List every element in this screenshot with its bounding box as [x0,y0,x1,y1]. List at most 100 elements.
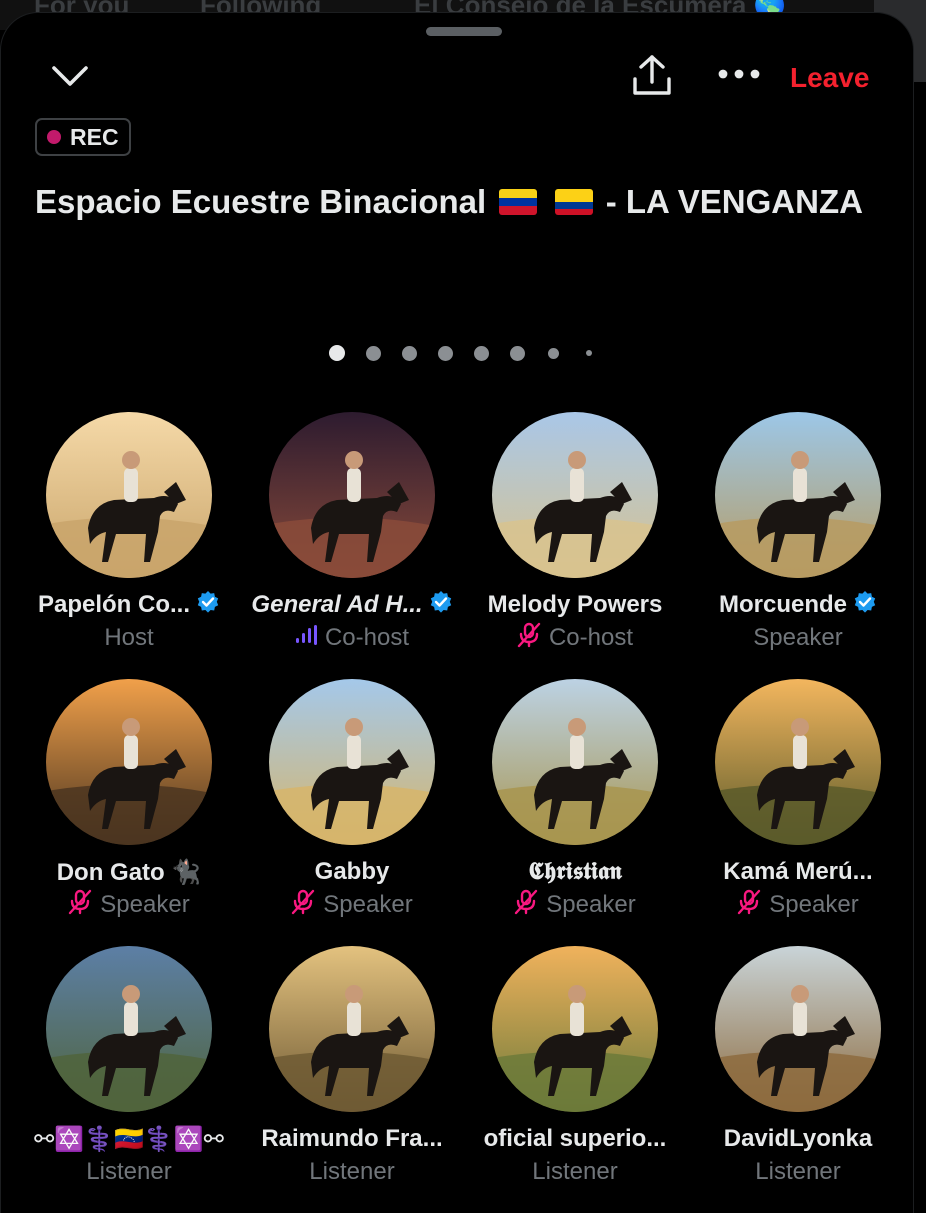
sheet-grabber-handle[interactable] [426,27,502,36]
verified-badge-icon [853,590,877,621]
share-icon [633,55,671,95]
participant-card[interactable]: oficial superio... Listener [464,946,686,1188]
page-dot[interactable] [473,345,489,361]
participant-card[interactable]: Gabby Speaker [241,679,463,921]
participant-role: Listener [532,1158,618,1185]
participant-name: Don Gato 🐈‍⬛ [56,858,202,886]
participant-name-row: DavidLyonka [687,1122,909,1156]
verified-badge-icon [429,590,453,621]
participant-role: Speaker [546,891,636,918]
participant-role-row: Listener [464,1156,686,1188]
participant-name: Papelón Co... [37,591,190,618]
participant-name-row: ⚯✡️⚕️🇻🇪⚕️✡️⚯ [18,1122,240,1156]
space-title-text: Espacio Ecuestre Binacional [35,183,487,220]
avatar[interactable] [269,679,435,845]
participant-name: Melody Powers [487,591,663,618]
participant-card[interactable]: ⚯✡️⚕️🇻🇪⚕️✡️⚯ Listener [18,946,240,1188]
chevron-down-icon [52,66,88,86]
participant-role-row: Speaker [687,622,909,654]
avatar[interactable] [492,679,658,845]
participant-name-row: Kamá Merú... [687,855,909,889]
participant-role-row: Host [18,622,240,654]
avatar[interactable] [46,679,212,845]
page-dot[interactable] [401,345,417,361]
mic-off-icon [291,889,315,922]
avatar[interactable] [269,412,435,578]
page-dot[interactable] [509,345,525,361]
participant-card[interactable]: General Ad H... Co-host [241,412,463,654]
speaking-indicator-icon [295,624,317,653]
participant-name-row: General Ad H... [241,588,463,622]
participant-name: oficial superio... [483,1125,667,1152]
page-dot[interactable] [365,345,381,361]
avatar[interactable] [46,412,212,578]
colombia-flag-icon [554,189,593,215]
verified-badge-icon [196,590,220,621]
participant-card[interactable]: Morcuende Speaker [687,412,909,654]
page-dot[interactable] [437,345,453,361]
participant-role: Listener [755,1158,841,1185]
participant-name-row: Morcuende [687,588,909,622]
mic-off-icon [514,889,538,922]
avatar[interactable] [46,946,212,1112]
participant-role: Co-host [324,624,410,651]
participant-card[interactable]: Papelón Co... Host [18,412,240,654]
venezuela-flag-icon [499,189,538,215]
avatar[interactable] [715,679,881,845]
participant-card[interactable]: Don Gato 🐈‍⬛ Speaker [18,679,240,921]
participant-card[interactable]: DavidLyonka Listener [687,946,909,1188]
collapse-button[interactable] [46,52,94,100]
participant-name-row: 𝕮𝖍𝖗𝖎𝖘𝖙𝖎𝖆𝖓 [464,855,686,889]
more-icon [718,69,760,79]
participant-name: General Ad H... [251,591,423,618]
participant-role: Speaker [323,891,413,918]
participant-role: Speaker [769,891,859,918]
participant-name-row: Raimundo Fra... [241,1122,463,1156]
participant-name-row: Melody Powers [464,588,686,622]
leave-button[interactable]: Leave [790,56,890,100]
participant-name-row: Don Gato 🐈‍⬛ [18,855,240,889]
participant-name-row: Papelón Co... [18,588,240,622]
share-button[interactable] [626,48,678,102]
participant-role-row: Speaker [18,889,240,921]
participant-name-row: oficial superio... [464,1122,686,1156]
participant-role: Listener [309,1158,395,1185]
mic-off-icon [737,889,761,922]
avatar[interactable] [715,412,881,578]
participant-card[interactable]: Raimundo Fra... Listener [241,946,463,1188]
participant-name-row: Gabby [241,855,463,889]
page-dot[interactable] [329,345,345,361]
participant-role-row: Listener [18,1156,240,1188]
recording-label: REC [70,123,119,150]
mic-off-icon [68,889,92,922]
avatar[interactable] [492,946,658,1112]
page-indicator[interactable] [0,343,926,363]
participant-name: Gabby [314,858,390,885]
page-dot[interactable] [586,350,592,356]
mic-off-icon [517,622,541,655]
participant-name: ⚯✡️⚕️🇻🇪⚕️✡️⚯ [34,1125,224,1153]
participant-name: 𝕮𝖍𝖗𝖎𝖘𝖙𝖎𝖆𝖓 [528,858,622,885]
participant-role: Speaker [753,624,843,651]
participant-role-row: Co-host [241,622,463,654]
participant-role-row: Speaker [464,889,686,921]
participant-card[interactable]: Kamá Merú... Speaker [687,679,909,921]
space-title-suffix: - LA VENGANZA [605,183,863,220]
participant-role-row: Listener [241,1156,463,1188]
avatar[interactable] [492,412,658,578]
participant-role-row: Speaker [241,889,463,921]
avatar[interactable] [715,946,881,1112]
more-button[interactable] [714,54,764,94]
participant-role: Listener [86,1158,172,1185]
participant-card[interactable]: Melody Powers Co-host [464,412,686,654]
space-title: Espacio Ecuestre Binacional - LA VENGANZ… [35,180,875,224]
avatar[interactable] [269,946,435,1112]
participant-role-row: Co-host [464,622,686,654]
participant-name: Kamá Merú... [723,858,873,885]
participant-card[interactable]: 𝕮𝖍𝖗𝖎𝖘𝖙𝖎𝖆𝖓 Speaker [464,679,686,921]
participant-name: Morcuende [718,591,847,618]
page-dot[interactable] [547,347,559,359]
recording-badge: REC [35,118,131,156]
participant-name: DavidLyonka [723,1125,873,1152]
participant-name: Raimundo Fra... [261,1125,443,1152]
